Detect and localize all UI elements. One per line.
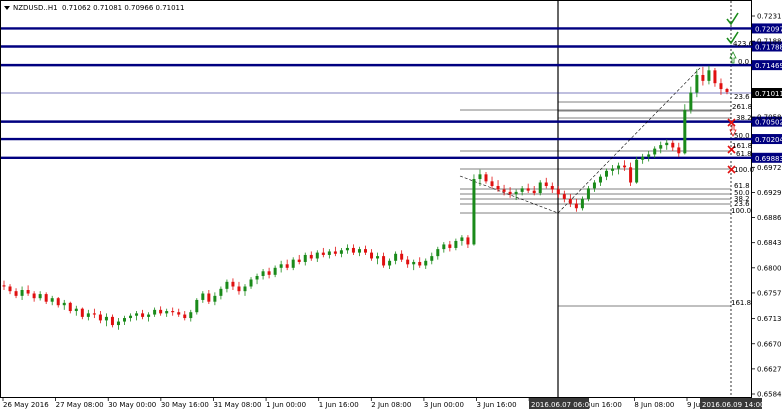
- time-tick-label: 30 May 16:00: [161, 401, 209, 409]
- chart-window[interactable]: NZDUSD..H1 0.71062 0.71081 0.70966 0.710…: [0, 0, 782, 411]
- time-tick-label: 8 Jun 08:00: [634, 401, 674, 409]
- price-tick-label: 0.69290: [757, 189, 782, 197]
- svg-text:100.0: 100.0: [731, 207, 751, 215]
- candle: [683, 104, 687, 155]
- symbol-label: NZDUSD..H1: [13, 4, 58, 12]
- svg-text:23.6: 23.6: [734, 93, 750, 101]
- time-tag-right: 2016.06.09 14:00: [700, 398, 764, 409]
- price-tick-label: 0.67130: [757, 315, 782, 323]
- time-tick-label: 31 May 08:00: [213, 401, 261, 409]
- time-tag-left: 2016.06.07 06:00: [529, 398, 593, 409]
- price-tick-label: 0.68430: [757, 239, 782, 247]
- price-tick-label: 0.67570: [757, 289, 782, 297]
- svg-text:0.0: 0.0: [738, 58, 749, 66]
- svg-text:261.8: 261.8: [732, 103, 752, 111]
- time-tick-label: 1 Jun 16:00: [319, 401, 359, 409]
- time-tick-label: 3 Jun 00:00: [424, 401, 464, 409]
- time-tick-label: 27 May 08:00: [56, 401, 104, 409]
- svg-text:38.2: 38.2: [736, 114, 752, 122]
- price-tick-label: 0.66700: [757, 340, 782, 348]
- price-tick-label: 0.65840: [757, 391, 782, 399]
- svg-text:0.71011: 0.71011: [755, 90, 782, 98]
- svg-text:61.8: 61.8: [736, 150, 752, 158]
- svg-text:50.0: 50.0: [734, 132, 750, 140]
- level-value: 0.70204: [755, 136, 782, 144]
- price-tick-label: 0.66270: [757, 365, 782, 373]
- current-price-tag: 0.71011: [752, 88, 782, 98]
- time-tick-label: 2 Jun 08:00: [371, 401, 411, 409]
- svg-text:161.8: 161.8: [732, 142, 752, 150]
- level-value: 0.71469: [755, 62, 782, 70]
- level-value: 0.69883: [755, 155, 782, 163]
- time-tick-label: 3 Jun 16:00: [477, 401, 517, 409]
- candle: [635, 156, 639, 184]
- price-tick-label: 0.70580: [757, 114, 782, 122]
- price-tick-label: 0.69720: [757, 164, 782, 172]
- price-tick-label: 0.68860: [757, 214, 782, 222]
- time-tick-label: 26 May 2016: [3, 401, 49, 409]
- ohlc-values: 0.71062 0.71081 0.70966 0.71011: [62, 4, 184, 12]
- price-tick-label: 0.72310: [757, 13, 782, 21]
- svg-text:2016.06.07 06:00: 2016.06.07 06:00: [531, 401, 593, 409]
- level-value: 0.72097: [755, 25, 782, 33]
- svg-text:161.8: 161.8: [731, 299, 751, 307]
- price-axis[interactable]: 0.72310 0.71880 0.70580 0.69720 0.69290 0.688…: [752, 13, 782, 399]
- candle: [195, 298, 199, 315]
- svg-text:423.6: 423.6: [733, 40, 754, 48]
- time-tick-label: 30 May 00:00: [108, 401, 156, 409]
- candle: [472, 174, 476, 246]
- time-axis[interactable]: 26 May 2016 27 May 08:00 30 May 00:00 30 Ma…: [2, 398, 705, 409]
- svg-text:2016.06.09 14:00: 2016.06.09 14:00: [702, 401, 764, 409]
- price-chart[interactable]: NZDUSD..H1 0.71062 0.71081 0.70966 0.710…: [0, 0, 782, 411]
- svg-text:100.0: 100.0: [734, 166, 754, 174]
- price-tick-label: 0.71880: [757, 38, 782, 46]
- time-tick-label: 1 Jun 00:00: [266, 401, 306, 409]
- price-tick-label: 0.68000: [757, 264, 782, 272]
